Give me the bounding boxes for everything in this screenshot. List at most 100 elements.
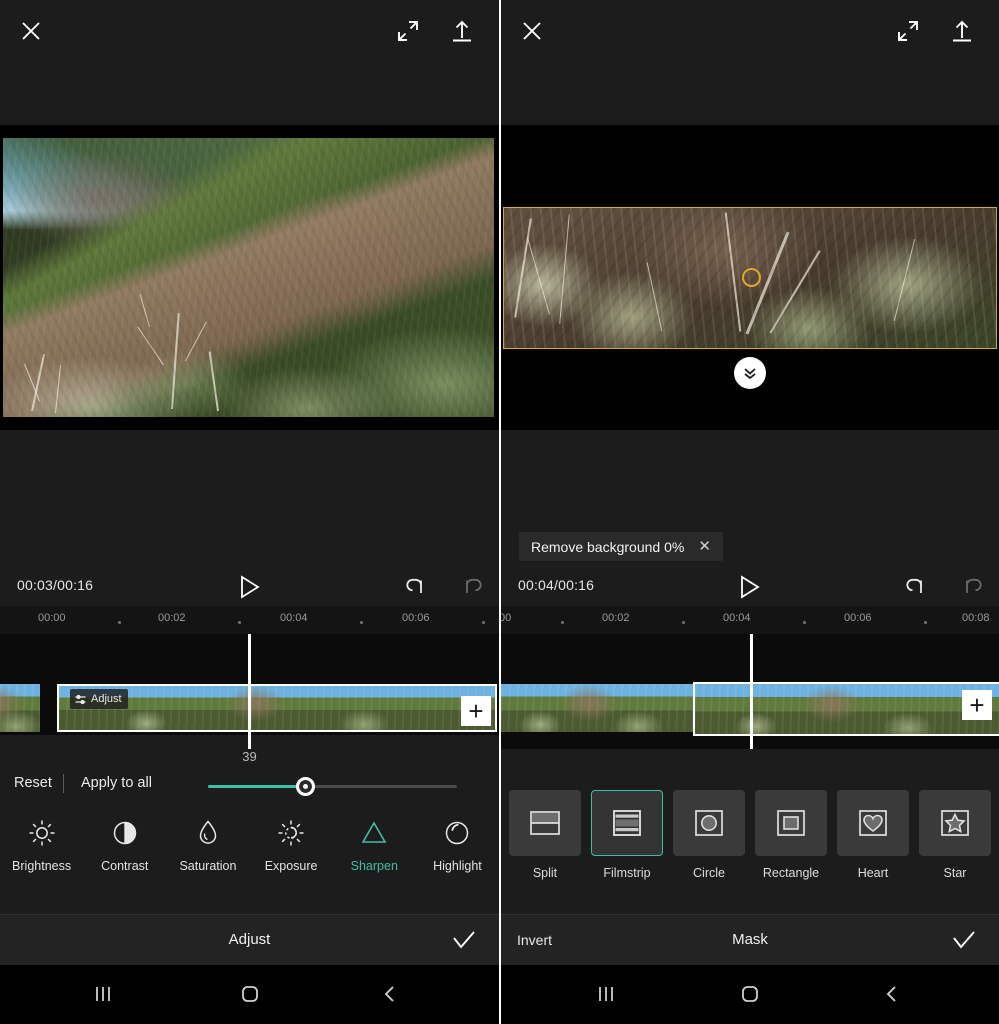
mask-star-icon	[919, 790, 991, 856]
add-clip-button[interactable]: +	[461, 696, 491, 726]
toast-text: Remove background 0%	[531, 538, 685, 555]
mask-option-circle[interactable]: Circle	[673, 790, 745, 880]
ruler-minor-mark	[118, 621, 121, 624]
ruler-tick: 00:00	[38, 612, 66, 624]
ruler-minor-mark	[803, 621, 806, 624]
adjust-tool-saturation[interactable]: Saturation	[166, 813, 249, 873]
right-action-bar: Invert Mask	[501, 914, 999, 965]
slider-knob[interactable]	[295, 777, 315, 796]
playhead[interactable]	[750, 634, 753, 749]
right-video-preview[interactable]	[501, 125, 999, 430]
right-timeline-ruler[interactable]: 00 00:02 00:04 00:06 00:08	[501, 606, 999, 634]
brightness-sun-icon	[0, 813, 83, 853]
redo-icon[interactable]	[961, 575, 985, 599]
export-upload-icon[interactable]	[947, 16, 977, 46]
mask-option-label: Circle	[693, 866, 725, 880]
left-timeline-ruler[interactable]: 00:00 00:02 00:04 00:06	[0, 606, 499, 634]
left-playback-bar: 00:03/00:16	[0, 567, 499, 606]
mask-option-label: Heart	[857, 866, 889, 880]
contrast-half-circle-icon	[83, 813, 166, 853]
mask-panel: Split Filmstrip Circle Rectangle Heart S…	[501, 770, 999, 914]
undo-icon[interactable]	[903, 575, 927, 599]
right-time-display: 00:04/00:16	[518, 577, 595, 593]
ruler-minor-mark	[238, 621, 241, 624]
home-icon[interactable]	[239, 983, 261, 1005]
tool-label: Exposure	[264, 859, 318, 873]
ruler-minor-mark	[924, 621, 927, 624]
adjust-tool-highlight[interactable]: Highlight	[416, 813, 499, 873]
slider-value: 39	[242, 749, 257, 764]
recents-icon[interactable]	[595, 983, 617, 1005]
right-timeline[interactable]: +	[501, 634, 999, 749]
play-icon[interactable]	[237, 573, 263, 601]
double-chevron-down-icon[interactable]	[734, 357, 766, 389]
mask-option-filmstrip[interactable]: Filmstrip	[591, 790, 663, 880]
right-playback-bar: 00:04/00:16	[501, 567, 999, 606]
tool-label: Sharpen	[350, 859, 398, 873]
mask-option-star[interactable]: Star	[919, 790, 991, 880]
tool-label: Brightness	[12, 859, 72, 873]
close-icon[interactable]	[517, 16, 547, 46]
left-timeline[interactable]: Adjust +	[0, 634, 499, 749]
ruler-tick: 00:08	[962, 612, 990, 624]
tool-label: Saturation	[179, 859, 237, 873]
redo-icon[interactable]	[461, 575, 485, 599]
ruler-minor-mark	[482, 621, 485, 624]
timeline-clip[interactable]	[501, 684, 697, 732]
left-video-preview[interactable]	[0, 125, 499, 430]
home-icon[interactable]	[739, 983, 761, 1005]
mask-rotate-handle-icon[interactable]	[742, 268, 761, 287]
mask-heart-icon	[837, 790, 909, 856]
expand-fullscreen-icon[interactable]	[393, 16, 423, 46]
saturation-droplet-icon	[166, 813, 249, 853]
clip-badge-label: Adjust	[91, 693, 122, 705]
adjust-tool-contrast[interactable]: Contrast	[83, 813, 166, 873]
adjust-tool-exposure[interactable]: Exposure	[250, 813, 333, 873]
close-icon[interactable]	[16, 16, 46, 46]
remove-background-toast: Remove background 0% ✕	[519, 532, 723, 561]
timeline-clip[interactable]	[0, 684, 40, 732]
mask-option-split[interactable]: Split	[509, 790, 581, 880]
checkmark-icon[interactable]	[951, 929, 977, 953]
panel-title: Mask	[732, 931, 768, 948]
left-time-display: 00:03/00:16	[17, 577, 94, 593]
ruler-tick: 00:06	[844, 612, 872, 624]
ruler-tick: 00:02	[602, 612, 630, 624]
ruler-minor-mark	[360, 621, 363, 624]
mask-split-icon	[509, 790, 581, 856]
ruler-tick: 00:02	[158, 612, 186, 624]
playhead[interactable]	[248, 634, 251, 749]
timeline-clip-selected[interactable]	[693, 682, 999, 736]
back-icon[interactable]	[881, 983, 903, 1005]
ruler-tick: 00:04	[280, 612, 308, 624]
back-icon[interactable]	[379, 983, 401, 1005]
expand-fullscreen-icon[interactable]	[893, 16, 923, 46]
recents-icon[interactable]	[92, 983, 114, 1005]
add-clip-button[interactable]: +	[962, 690, 992, 720]
adjust-slider[interactable]	[208, 777, 457, 796]
ruler-tick: 00	[499, 612, 512, 624]
adjust-sliders-icon	[75, 694, 86, 704]
slider-fill	[208, 785, 306, 788]
left-header	[0, 0, 499, 62]
panel-title: Adjust	[228, 931, 271, 948]
divider	[63, 774, 64, 793]
apply-to-all-button[interactable]: Apply to all	[81, 775, 152, 791]
adjust-tool-brightness[interactable]: Brightness	[0, 813, 83, 873]
dual-screenshot-comparison: 00:03/00:16 00:00 00:02 00:04 00:06 Adju…	[0, 0, 999, 1024]
clip-adjust-badge: Adjust	[70, 689, 128, 709]
tool-label: Highlight	[433, 859, 482, 873]
undo-icon[interactable]	[403, 575, 427, 599]
mask-option-heart[interactable]: Heart	[837, 790, 909, 880]
play-icon[interactable]	[737, 573, 763, 601]
reset-button[interactable]: Reset	[14, 775, 52, 791]
adjust-controls-row: Reset Apply to all	[0, 767, 499, 801]
mask-option-rectangle[interactable]: Rectangle	[755, 790, 827, 880]
checkmark-icon[interactable]	[451, 929, 477, 953]
mask-region[interactable]	[501, 207, 999, 349]
preview-frame-hillside	[3, 138, 494, 417]
close-icon[interactable]: ✕	[698, 539, 711, 554]
export-upload-icon[interactable]	[447, 16, 477, 46]
mask-option-list: Split Filmstrip Circle Rectangle Heart S…	[509, 790, 999, 880]
adjust-tool-sharpen[interactable]: Sharpen	[333, 813, 416, 873]
